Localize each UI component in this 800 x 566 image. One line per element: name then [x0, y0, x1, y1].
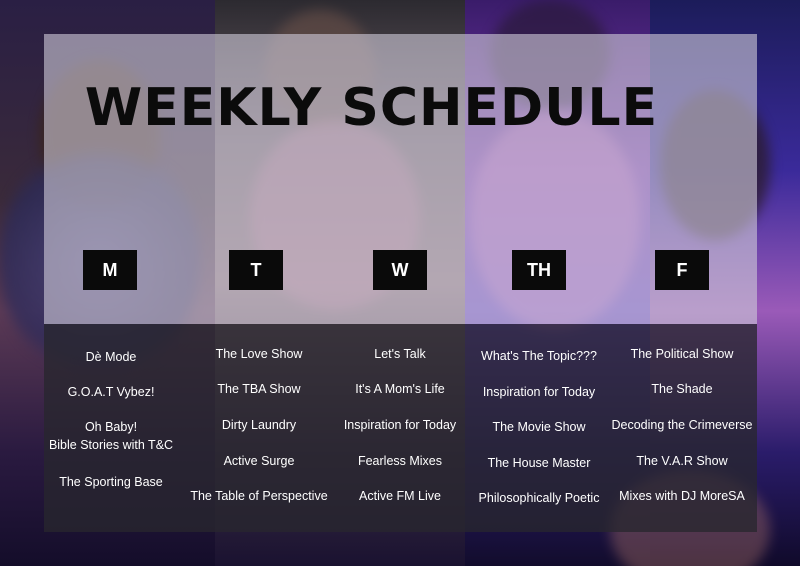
list-item: Active Surge [223, 454, 295, 468]
day-badge-wednesday: W [373, 250, 427, 290]
page-title: WEEKLY SCHEDULE [84, 78, 659, 138]
list-item: What's The Topic??? [481, 349, 597, 363]
list-item: Decoding the Crimeverse [611, 418, 753, 432]
list-item: The Shade [651, 382, 713, 396]
day-badge-friday: F [655, 250, 709, 290]
list-item: Mixes with DJ MoreSA [619, 489, 745, 503]
list-item: Dè Mode [85, 350, 137, 364]
list-item: The TBA Show [217, 382, 301, 396]
day-badge-thursday: TH [512, 250, 566, 290]
list-item: Oh Baby! Bible Stories with T&C [48, 420, 174, 452]
day-badge-tuesday: T [229, 250, 283, 290]
list-item: Inspiration for Today [343, 418, 457, 432]
list-item: The Love Show [215, 347, 303, 361]
day-badge-monday: M [83, 250, 137, 290]
list-item: Active FM Live [359, 489, 441, 503]
list-item: The Table of Perspective [190, 489, 328, 503]
list-item: Let's Talk [374, 347, 426, 361]
list-item: Dirty Laundry [221, 418, 297, 432]
list-item: Fearless Mixes [357, 454, 443, 468]
list-item: It's A Mom's Life [355, 382, 445, 396]
list-item: G.O.A.T Vybez! [67, 385, 155, 399]
list-item: Inspiration for Today [482, 385, 596, 399]
list-item: Philosophically Poetic [478, 491, 600, 505]
list-item: The V.A.R Show [636, 454, 728, 468]
list-item: The Political Show [630, 347, 734, 361]
list-item: The Movie Show [492, 420, 586, 434]
list-item: The Sporting Base [59, 475, 163, 489]
list-item: The House Master [487, 456, 591, 470]
